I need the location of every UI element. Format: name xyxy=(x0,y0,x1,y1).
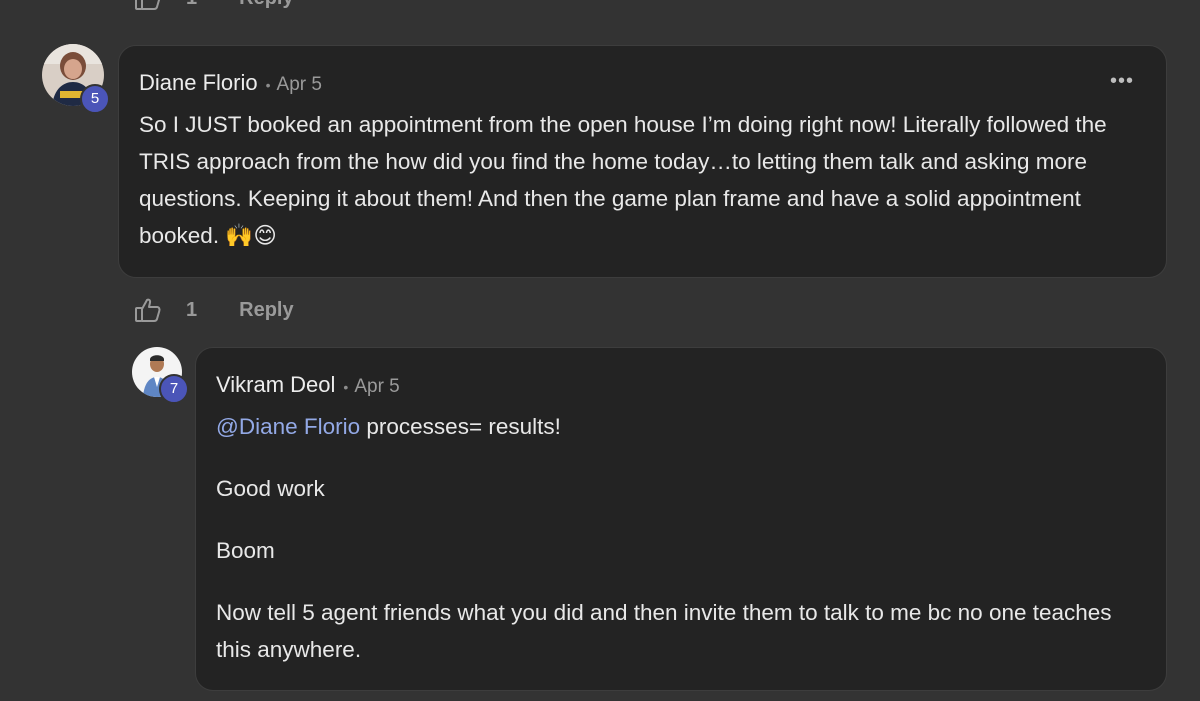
like-count: 1 xyxy=(186,0,197,10)
comment-bubble: Diane Florio • Apr 5 ••• So I JUST booke… xyxy=(118,45,1167,278)
reply-bubble: Vikram Deol • Apr 5 @Diane Florio proces… xyxy=(195,347,1167,691)
level-badge: 7 xyxy=(159,374,189,404)
previous-comment-actions: 1 Reply xyxy=(134,0,294,12)
reply-first-line-text: processes= results! xyxy=(360,414,561,439)
user-mention[interactable]: @Diane Florio xyxy=(216,414,360,439)
author-avatar-wrapper: 5 xyxy=(42,44,110,114)
reply-avatar-wrapper: 7 xyxy=(132,347,189,404)
reply-button[interactable]: Reply xyxy=(239,0,293,10)
thumbs-up-icon[interactable] xyxy=(134,0,162,12)
more-horizontal-icon[interactable]: ••• xyxy=(1110,70,1134,93)
reply-button[interactable]: Reply xyxy=(239,299,293,322)
comment-thread: 1 Reply 5 Diane Florio • Apr 5 ••• So I … xyxy=(0,0,1200,701)
separator-dot: • xyxy=(343,379,349,395)
reply-paragraph: Now tell 5 agent friends what you did an… xyxy=(216,600,1112,662)
reply-paragraph: Boom xyxy=(216,538,275,563)
separator-dot: • xyxy=(265,77,271,93)
author-name[interactable]: Vikram Deol xyxy=(216,372,335,398)
post-date[interactable]: Apr 5 xyxy=(354,376,399,398)
like-count: 1 xyxy=(186,298,198,321)
author-name[interactable]: Diane Florio xyxy=(139,70,258,96)
reply-header: Vikram Deol • Apr 5 xyxy=(216,372,400,398)
comment-header: Diane Florio • Apr 5 xyxy=(139,70,322,96)
reply-first-line: @Diane Florio processes= results! xyxy=(216,408,1146,445)
comment-actions: 1 Reply xyxy=(134,296,294,324)
reply-paragraph: Good work xyxy=(216,476,325,501)
thumbs-up-icon[interactable] xyxy=(134,296,162,324)
level-badge: 5 xyxy=(80,84,110,114)
post-date[interactable]: Apr 5 xyxy=(277,74,322,96)
comment-body: So I JUST booked an appointment from the… xyxy=(139,112,1107,248)
